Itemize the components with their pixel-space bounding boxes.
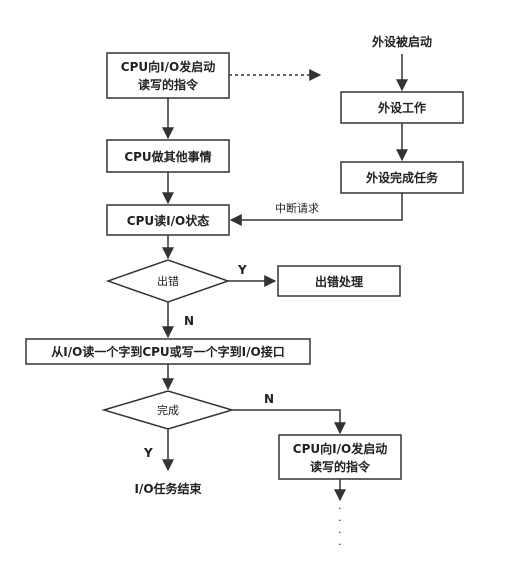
error-decision: 出错 xyxy=(105,259,231,303)
done-decision-text: 完成 xyxy=(157,403,179,417)
cpu-command-box-repeat: CPU向I/O发启动 读写的指令 xyxy=(278,434,402,480)
done-no-label: N xyxy=(264,392,274,406)
cpu-command-repeat-line1: CPU向I/O发启动 xyxy=(293,441,387,456)
io-task-end-text: I/O任务结束 xyxy=(134,481,202,496)
cpu-other-work-box: CPU做其他事情 xyxy=(106,139,230,173)
device-working-box: 外设工作 xyxy=(340,91,464,124)
error-decision-text: 出错 xyxy=(157,274,179,288)
error-handling-box: 出错处理 xyxy=(277,265,401,297)
cpu-read-status-text: CPU读I/O状态 xyxy=(127,213,209,228)
device-started-text: 外设被启动 xyxy=(372,34,432,49)
device-done-text: 外设完成任务 xyxy=(366,170,439,185)
device-working-text: 外设工作 xyxy=(378,100,426,115)
arrow-done-no xyxy=(232,409,346,435)
cpu-command-box: CPU向I/O发启动 读写的指令 xyxy=(106,52,230,99)
done-yes-label: Y xyxy=(143,446,153,460)
transfer-word-box: 从I/O读一个字到CPU或写一个字到I/O接口 xyxy=(25,338,311,365)
device-done-box: 外设完成任务 xyxy=(340,161,464,194)
cpu-other-work-text: CPU做其他事情 xyxy=(124,149,211,164)
done-decision: 完成 xyxy=(101,390,235,430)
cpu-read-status-box: CPU读I/O状态 xyxy=(106,204,230,236)
transfer-word-text: 从I/O读一个字到CPU或写一个字到I/O接口 xyxy=(51,344,284,359)
cpu-command-line1: CPU向I/O发启动 xyxy=(121,59,215,74)
error-no-label: N xyxy=(184,314,194,328)
interrupt-request-label: 中断请求 xyxy=(275,201,319,215)
error-yes-label: Y xyxy=(237,263,247,277)
error-handling-text: 出错处理 xyxy=(315,274,363,289)
cpu-command-repeat-line2: 读写的指令 xyxy=(310,459,371,474)
io-polling-flowchart: CPU向I/O发启动 读写的指令 CPU做其他事情 CPU读I/O状态 出错 Y… xyxy=(25,34,464,551)
cpu-command-line2: 读写的指令 xyxy=(138,77,199,92)
continuation-dot-4: · xyxy=(338,538,342,551)
